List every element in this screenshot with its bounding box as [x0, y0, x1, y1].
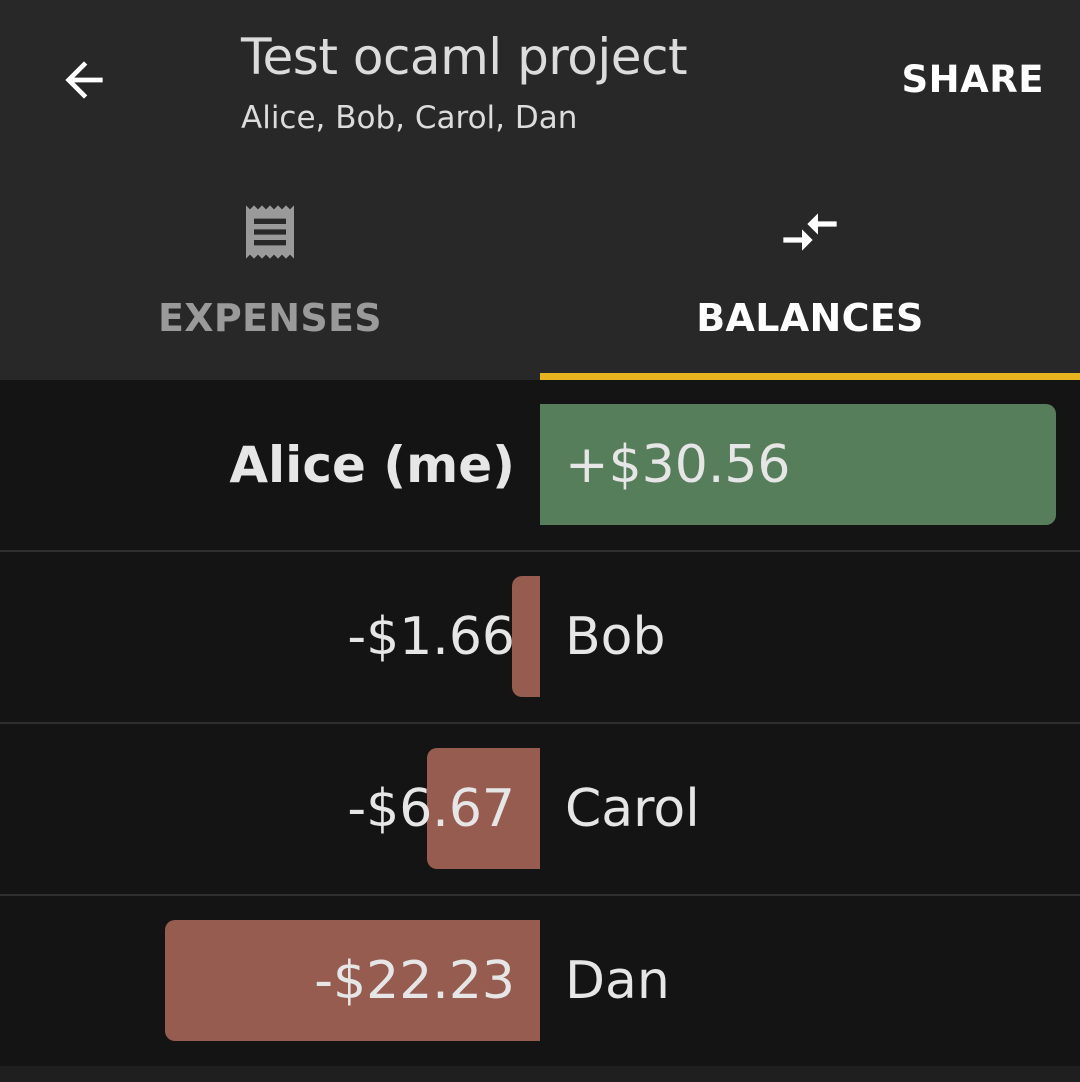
- tab-indicator: [540, 373, 1080, 380]
- balance-amount: +$30.56: [565, 435, 791, 495]
- balances-list: Alice (me) +$30.56 -$1.66 Bob -$6.67 Car…: [0, 380, 1080, 1068]
- tab-balances-label: BALANCES: [696, 296, 924, 340]
- balance-row-bob[interactable]: -$1.66 Bob: [0, 552, 1080, 724]
- balance-row-dan[interactable]: -$22.23 Dan: [0, 896, 1080, 1068]
- project-members: Alice, Bob, Carol, Dan: [241, 100, 578, 136]
- app-bar: Test ocaml project Alice, Bob, Carol, Da…: [0, 0, 1080, 380]
- receipt-icon: [246, 205, 294, 259]
- balance-row-carol[interactable]: -$6.67 Carol: [0, 724, 1080, 896]
- balance-amount: -$6.67: [347, 779, 515, 839]
- arrow-back-icon: [65, 61, 103, 99]
- tab-expenses[interactable]: EXPENSES: [0, 190, 540, 380]
- member-name: Carol: [565, 779, 700, 839]
- share-button[interactable]: SHARE: [901, 58, 1044, 101]
- tab-balances[interactable]: BALANCES: [540, 190, 1080, 380]
- project-title: Test ocaml project: [241, 28, 688, 86]
- bottom-divider: [0, 1066, 1080, 1082]
- tab-expenses-label: EXPENSES: [158, 296, 382, 340]
- balance-bar: [512, 576, 540, 697]
- member-name: Bob: [565, 607, 666, 667]
- balance-amount: -$22.23: [314, 951, 515, 1011]
- member-name: Dan: [565, 951, 670, 1011]
- balance-row-alice[interactable]: Alice (me) +$30.56: [0, 380, 1080, 552]
- back-button[interactable]: [52, 48, 116, 112]
- balance-amount: -$1.66: [347, 607, 515, 667]
- compare-arrows-icon: [783, 213, 837, 251]
- member-name: Alice (me): [229, 436, 515, 494]
